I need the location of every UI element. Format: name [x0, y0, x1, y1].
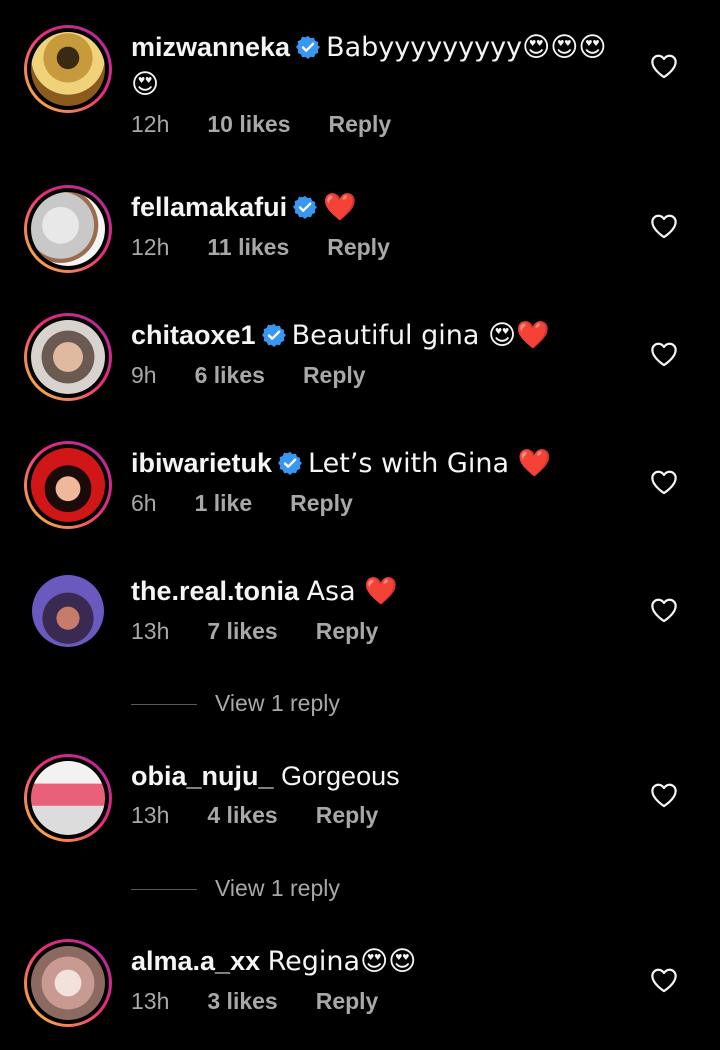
- heart-outline-icon[interactable]: [650, 967, 678, 993]
- avatar: [31, 761, 105, 835]
- heart-outline-icon[interactable]: [650, 782, 678, 808]
- verified-badge-icon: [293, 196, 318, 219]
- view-replies-label: View 1 reply: [215, 875, 340, 901]
- avatar: [32, 575, 104, 647]
- likes-count[interactable]: 6 likes: [195, 360, 265, 390]
- likes-count[interactable]: 4 likes: [207, 800, 277, 830]
- avatar: [31, 448, 105, 522]
- avatar-story-ring[interactable]: [24, 185, 112, 273]
- heart-outline-icon[interactable]: [650, 213, 678, 239]
- comment-text: Babyyyyyyyyy😍😍😍: [326, 32, 607, 63]
- verified-badge-icon: [296, 36, 321, 59]
- username[interactable]: fellamakafui: [131, 192, 287, 222]
- comment-text: Regina😍😍: [267, 946, 417, 977]
- username[interactable]: ibiwarietuk: [131, 448, 272, 478]
- likes-count[interactable]: 3 likes: [207, 986, 277, 1016]
- reply-button[interactable]: Reply: [316, 800, 379, 830]
- view-replies-button[interactable]: View 1 reply: [131, 873, 531, 903]
- avatar-story-ring[interactable]: [24, 313, 112, 401]
- avatar-frame[interactable]: [32, 575, 104, 647]
- reply-button[interactable]: Reply: [290, 488, 353, 518]
- heart-outline-icon[interactable]: [650, 597, 678, 623]
- comment-time: 12h: [131, 111, 170, 137]
- reply-button[interactable]: Reply: [303, 360, 366, 390]
- heart-outline-icon[interactable]: [650, 469, 678, 495]
- verified-badge-icon: [261, 324, 286, 347]
- heart-outline-icon[interactable]: [650, 341, 678, 367]
- avatar-story-ring[interactable]: [24, 25, 112, 113]
- username[interactable]: alma.a_xx: [131, 946, 260, 976]
- username[interactable]: chitaoxe1: [131, 320, 256, 350]
- verified-badge-icon: [278, 452, 303, 475]
- divider: [131, 704, 197, 706]
- reply-button[interactable]: Reply: [316, 986, 379, 1016]
- comment-time: 13h: [131, 618, 170, 644]
- reply-button[interactable]: Reply: [316, 616, 379, 646]
- comment-text: Beautiful gina 😍❤️: [291, 320, 550, 351]
- avatar-story-ring[interactable]: [24, 441, 112, 529]
- comment-time: 12h: [131, 234, 170, 260]
- divider: [131, 889, 197, 891]
- comment-text: Let’s with Gina ❤️: [308, 448, 552, 479]
- comment-text-cont: 😍: [131, 69, 160, 100]
- likes-count[interactable]: 10 likes: [207, 109, 290, 139]
- avatar: [31, 946, 105, 1020]
- view-replies-button[interactable]: View 1 reply: [131, 688, 531, 718]
- avatar: [31, 192, 105, 266]
- username[interactable]: mizwanneka: [131, 32, 290, 62]
- comment-time: 13h: [131, 988, 170, 1014]
- likes-count[interactable]: 11 likes: [207, 232, 289, 262]
- comment-time: 13h: [131, 802, 170, 828]
- comment-time: 9h: [131, 362, 157, 388]
- comment-text: Gorgeous: [281, 761, 400, 791]
- username[interactable]: the.real.tonia: [131, 576, 299, 606]
- heart-outline-icon[interactable]: [650, 53, 678, 79]
- comment-text: ❤️: [323, 192, 357, 223]
- view-replies-label: View 1 reply: [215, 690, 340, 716]
- likes-count[interactable]: 1 like: [195, 488, 253, 518]
- reply-button[interactable]: Reply: [327, 232, 390, 262]
- avatar: [31, 320, 105, 394]
- username[interactable]: obia_nuju_: [131, 761, 274, 791]
- comments-feed: mizwanneka Babyyyyyyyyy😍😍😍 😍 12h 10 likes R…: [0, 0, 720, 1050]
- avatar: [31, 32, 105, 106]
- comment-text: Asa ❤️: [306, 576, 398, 607]
- reply-button[interactable]: Reply: [329, 109, 392, 139]
- avatar-story-ring[interactable]: [24, 939, 112, 1027]
- likes-count[interactable]: 7 likes: [207, 616, 277, 646]
- avatar-story-ring[interactable]: [24, 754, 112, 842]
- comment-time: 6h: [131, 490, 157, 516]
